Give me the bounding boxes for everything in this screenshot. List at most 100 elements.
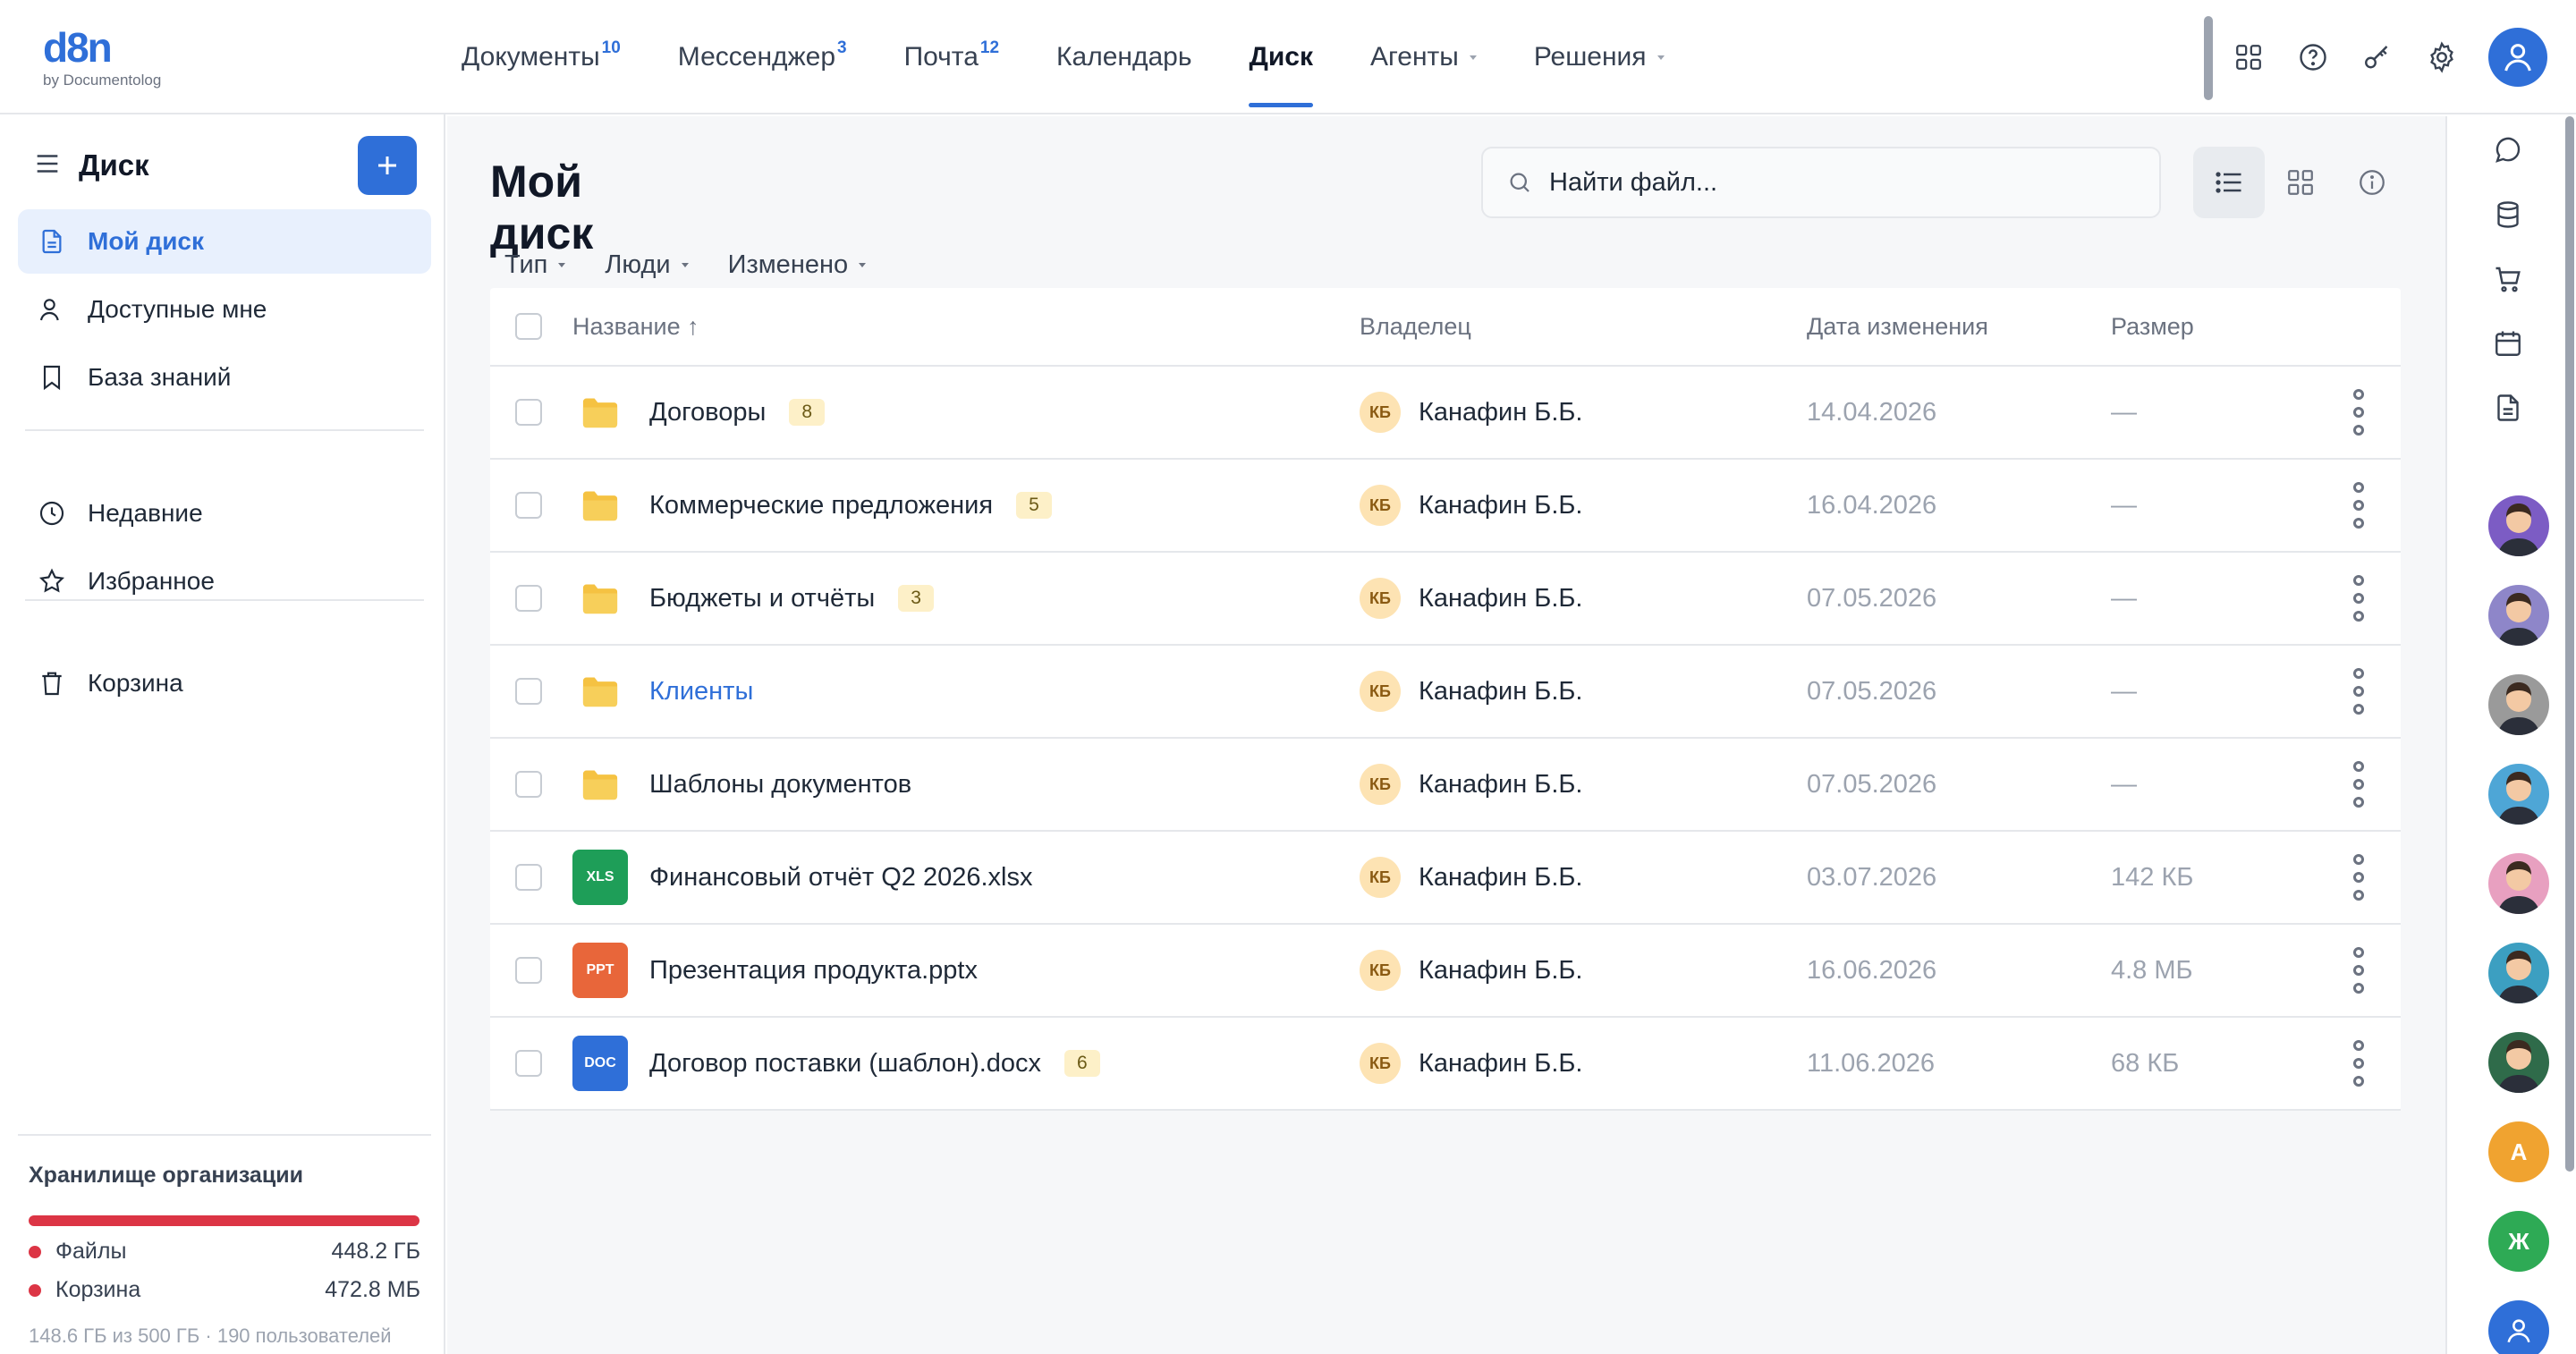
nav-item-3[interactable]: Календарь [1056, 0, 1191, 114]
row-checkbox[interactable] [515, 1050, 542, 1077]
table-row[interactable]: Коммерческие предложения 5 КБ Канафин Б.Б.… [490, 460, 2401, 553]
modified-date: 16.04.2026 [1807, 490, 1937, 520]
sidebar-item-label: Доступные мне [88, 295, 267, 323]
chevron-down-icon [1657, 55, 1665, 60]
column-owner-header[interactable]: Владелец [1360, 313, 1807, 341]
user-avatar-icon[interactable] [2488, 28, 2547, 87]
row-checkbox[interactable] [515, 492, 542, 519]
table-row[interactable]: Бюджеты и отчёты 3 КБ Канафин Б.Б. 07.05.2… [490, 553, 2401, 646]
document-list-icon[interactable] [2488, 388, 2528, 427]
top-scrollbar[interactable] [2204, 16, 2213, 100]
row-checkbox[interactable] [515, 771, 542, 798]
file-name[interactable]: Договоры [649, 398, 766, 427]
chat-icon[interactable] [2488, 131, 2528, 170]
table-row[interactable]: PPT Презентация продукта.pptx КБ Канафин Б… [490, 925, 2401, 1018]
file-name[interactable]: Договор поставки (шаблон).docx [649, 1049, 1041, 1079]
key-icon[interactable] [2360, 39, 2395, 75]
more-options-icon[interactable] [2353, 478, 2364, 532]
right-scrollbar[interactable] [2565, 116, 2574, 1172]
table-row[interactable]: XLS Финансовый отчёт Q2 2026.xlsx КБ Канаф… [490, 832, 2401, 925]
more-options-icon[interactable] [2353, 850, 2364, 904]
nav-label: Агенты [1369, 42, 1459, 72]
file-name[interactable]: Презентация продукта.pptx [649, 956, 978, 986]
owner-avatar: КБ [1360, 1043, 1401, 1084]
file-name[interactable]: Клиенты [649, 677, 753, 707]
contact-avatar[interactable] [2488, 495, 2549, 556]
nav-item-4[interactable]: Диск [1249, 0, 1313, 114]
info-button[interactable] [2336, 147, 2408, 218]
sidebar-item-5[interactable]: Корзина [18, 651, 431, 715]
sidebar-item-2[interactable]: База знаний [18, 345, 431, 410]
row-checkbox[interactable] [515, 585, 542, 612]
more-options-icon[interactable] [2353, 664, 2364, 718]
file-type-badge: PPT [586, 962, 614, 977]
nav-label: Мессенджер [677, 42, 836, 72]
grid-view-button[interactable] [2265, 147, 2336, 218]
sidebar-item-1[interactable]: Доступные мне [18, 277, 431, 342]
contact-avatar[interactable] [2488, 1032, 2549, 1093]
sidebar-item-3[interactable]: Недавние [18, 481, 431, 546]
file-name[interactable]: Финансовый отчёт Q2 2026.xlsx [649, 863, 1032, 893]
apps-grid-icon[interactable] [2231, 39, 2267, 75]
filters-bar: Тип Люди Изменено [504, 250, 905, 280]
table-row[interactable]: Договоры 8 КБ Канафин Б.Б. 14.04.2026 — [490, 367, 2401, 460]
owner-name: Канафин Б.Б. [1419, 490, 1583, 520]
add-button[interactable] [358, 136, 417, 195]
file-name[interactable]: Бюджеты и отчёты [649, 584, 875, 614]
filter-0[interactable]: Тип [504, 250, 566, 280]
column-date-header[interactable]: Дата изменения [1807, 313, 2111, 341]
nav-item-5[interactable]: Агенты [1370, 0, 1477, 114]
chevron-down-icon [558, 263, 566, 267]
nav-item-1[interactable]: Мессенджер 3 [678, 0, 847, 114]
item-count-badge: 8 [789, 399, 826, 426]
row-checkbox[interactable] [515, 678, 542, 705]
contact-avatar[interactable] [2488, 853, 2549, 914]
database-icon[interactable] [2488, 195, 2528, 234]
sidebar-header: Диск [32, 136, 417, 195]
row-checkbox[interactable] [515, 957, 542, 984]
contact-avatar[interactable] [2488, 764, 2549, 825]
help-icon[interactable] [2295, 39, 2331, 75]
more-options-icon[interactable] [2353, 944, 2364, 997]
nav-item-6[interactable]: Решения [1534, 0, 1665, 114]
search-box[interactable] [1481, 147, 2161, 218]
modified-date: 07.05.2026 [1807, 769, 1937, 799]
contacts-icon[interactable] [2488, 1300, 2549, 1354]
avatar-letter: А [2510, 1138, 2528, 1165]
row-checkbox[interactable] [515, 399, 542, 426]
file-name[interactable]: Шаблоны документов [649, 770, 911, 800]
cart-icon[interactable] [2488, 259, 2528, 299]
select-all-checkbox[interactable] [515, 313, 542, 340]
search-input[interactable] [1549, 167, 2131, 198]
contact-avatar[interactable] [2488, 674, 2549, 735]
contact-avatar[interactable] [2488, 585, 2549, 646]
sidebar-item-0[interactable]: Мой диск [18, 209, 431, 274]
row-checkbox[interactable] [515, 864, 542, 891]
more-options-icon[interactable] [2353, 571, 2364, 625]
nav-item-0[interactable]: Документы 10 [462, 0, 621, 114]
owner-avatar: КБ [1360, 578, 1401, 619]
more-options-icon[interactable] [2353, 1037, 2364, 1090]
filter-1[interactable]: Люди [605, 250, 689, 280]
table-row[interactable]: DOC Договор поставки (шаблон).docx 6 КБ Кан… [490, 1018, 2401, 1111]
filter-2[interactable]: Изменено [728, 250, 867, 280]
file-name[interactable]: Коммерческие предложения [649, 491, 993, 520]
list-view-button[interactable] [2193, 147, 2265, 218]
calendar-icon[interactable] [2488, 324, 2528, 363]
settings-gear-icon[interactable] [2424, 39, 2460, 75]
more-options-icon[interactable] [2353, 385, 2364, 439]
sidebar-item-4[interactable]: Избранное [18, 549, 431, 614]
column-size-header[interactable]: Размер [2111, 313, 2317, 341]
menu-icon[interactable] [32, 148, 63, 183]
nav-label: Почта [903, 42, 979, 72]
nav-item-2[interactable]: Почта 12 [904, 0, 999, 114]
logo[interactable]: d8n by Documentolog [43, 27, 161, 89]
table-row[interactable]: Шаблоны документов КБ Канафин Б.Б. 07.05.… [490, 739, 2401, 832]
contact-avatar[interactable] [2488, 943, 2549, 1003]
table-row[interactable]: Клиенты КБ Канафин Б.Б. 07.05.2026 — [490, 646, 2401, 739]
more-options-icon[interactable] [2353, 757, 2364, 811]
contact-avatar-letter[interactable]: Ж [2488, 1211, 2549, 1272]
column-name-header[interactable]: Название ↑ [572, 313, 1360, 341]
contact-avatar-letter[interactable]: А [2488, 1121, 2549, 1182]
owner-avatar: КБ [1360, 950, 1401, 991]
